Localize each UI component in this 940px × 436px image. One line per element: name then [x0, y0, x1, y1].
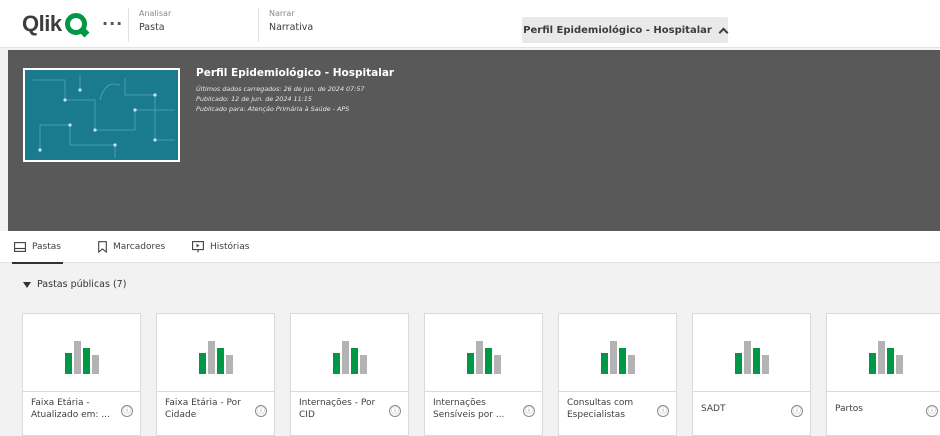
nav-narrar[interactable]: Narrar Narrativa — [258, 8, 393, 42]
app-overview-header: Perfil Epidemiológico - Hospitalar Últim… — [8, 50, 940, 231]
public-sheets-toggle[interactable]: Pastas públicas (7) — [23, 279, 126, 290]
bar-chart-icon — [464, 338, 504, 374]
info-icon[interactable]: ⓘ — [523, 405, 535, 417]
sheet-card-title: Internações Sensíveis por ... — [433, 398, 505, 420]
info-icon[interactable]: ⓘ — [657, 405, 669, 417]
sheet-card[interactable]: Faixa Etária - Atualizado em: ... ⓘ — [22, 313, 141, 436]
content-tabs: Pastas Marcadores Histórias — [0, 231, 940, 264]
bookmark-icon — [98, 241, 107, 253]
published-for-text: Publicado para: Atenção Primária à Saúde… — [196, 105, 350, 113]
sheet-icon — [14, 242, 26, 252]
more-menu-button[interactable]: ··· — [102, 14, 123, 33]
sheet-thumbnail — [425, 314, 542, 392]
tab-historias-label: Histórias — [210, 242, 250, 252]
caret-down-icon — [23, 281, 31, 288]
info-icon[interactable]: ⓘ — [255, 405, 267, 417]
app-title-dropdown[interactable]: Perfil Epidemiológico - Hospitalar — [522, 17, 729, 43]
sheet-thumbnail — [559, 314, 676, 392]
tab-historias[interactable]: Histórias — [192, 231, 249, 263]
story-icon — [192, 241, 204, 253]
sheet-card[interactable]: Internações - Por CID ⓘ — [290, 313, 409, 436]
section-title: Pastas públicas (7) — [37, 279, 127, 290]
nav-analisar-value: Pasta — [139, 22, 165, 33]
sheet-thumbnail — [693, 314, 810, 392]
bar-chart-icon — [866, 338, 906, 374]
sheet-cards: Faixa Etária - Atualizado em: ... ⓘ Faixa… — [22, 313, 940, 436]
sheet-card-title: Internações - Por CID — [299, 398, 376, 420]
bar-chart-icon — [196, 338, 236, 374]
qlik-q-icon — [64, 13, 87, 35]
tab-pastas-label: Pastas — [32, 242, 61, 252]
sheet-card-title: Faixa Etária - Por Cidade — [165, 398, 241, 420]
info-icon[interactable]: ⓘ — [791, 405, 803, 417]
sheet-card-title: Consultas com Especialistas — [567, 398, 634, 420]
sheet-card-title: Partos — [835, 404, 863, 414]
sheet-card[interactable]: Faixa Etária - Por Cidade ⓘ — [156, 313, 275, 436]
top-bar: Qlik ··· Analisar Pasta Narrar Narrativa… — [0, 0, 940, 48]
info-icon[interactable]: ⓘ — [121, 405, 133, 417]
nav-analisar-label: Analisar — [139, 9, 172, 18]
sheet-thumbnail — [157, 314, 274, 392]
sheet-thumbnail — [827, 314, 940, 392]
app-title-heading: Perfil Epidemiológico - Hospitalar — [196, 67, 395, 79]
sheet-thumbnail — [23, 314, 140, 392]
logo-text: Qlik — [22, 11, 62, 36]
sheet-card[interactable]: Partos ⓘ — [826, 313, 940, 436]
bar-chart-icon — [62, 338, 102, 374]
sheet-card-title: SADT — [701, 404, 726, 414]
bar-chart-icon — [598, 338, 638, 374]
tab-marcadores[interactable]: Marcadores — [98, 231, 165, 263]
app-title: Perfil Epidemiológico - Hospitalar — [523, 24, 712, 36]
sheet-thumbnail — [291, 314, 408, 392]
sheet-card[interactable]: Internações Sensíveis por ... ⓘ — [424, 313, 543, 436]
app-thumbnail — [23, 68, 180, 162]
info-icon[interactable]: ⓘ — [389, 405, 401, 417]
sheet-card-title: Faixa Etária - Atualizado em: ... — [31, 398, 110, 420]
chevron-up-icon — [718, 27, 729, 37]
sheet-card[interactable]: Consultas com Especialistas ⓘ — [558, 313, 677, 436]
published-text: Publicado: 12 de jun. de 2024 11:15 — [196, 95, 312, 103]
circuit-pattern-icon — [33, 75, 175, 158]
bar-chart-icon — [732, 338, 772, 374]
last-loaded-text: Últimos dados carregados: 26 de jun. de … — [196, 85, 365, 93]
info-icon[interactable]: ⓘ — [926, 405, 938, 417]
nav-narrar-label: Narrar — [269, 9, 295, 18]
nav-analisar[interactable]: Analisar Pasta — [128, 8, 254, 42]
bar-chart-icon — [330, 338, 370, 374]
qlik-logo[interactable]: Qlik — [22, 11, 87, 36]
sheet-card[interactable]: SADT ⓘ — [692, 313, 811, 436]
nav-narrar-value: Narrativa — [269, 22, 314, 33]
tab-marcadores-label: Marcadores — [113, 242, 166, 252]
tab-pastas[interactable]: Pastas — [12, 231, 63, 264]
